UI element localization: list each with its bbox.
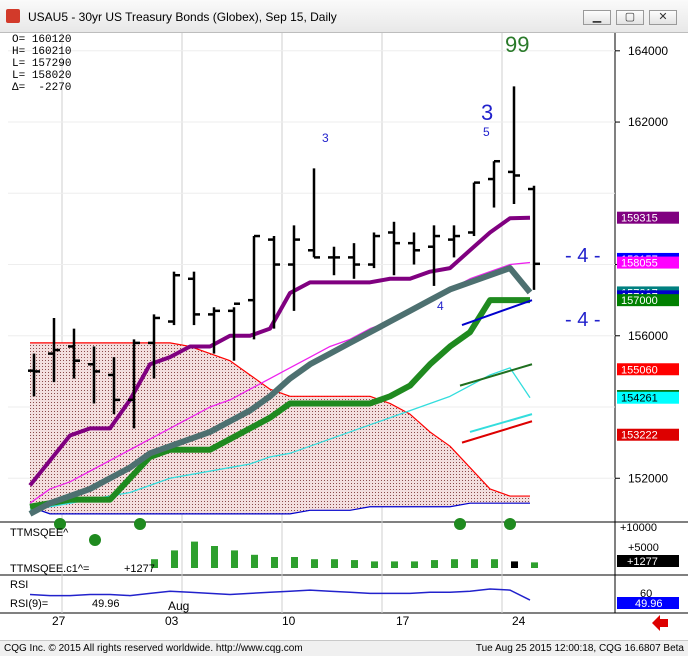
chart-area[interactable]: 993534- 4 -- 4 -164000162000158000156000…	[0, 32, 688, 640]
date-axis-label: 17	[396, 614, 410, 628]
ttm-histogram-bar	[411, 561, 418, 568]
minimize-button[interactable]: ▁	[583, 10, 611, 25]
ttm-histogram-bar	[471, 559, 478, 568]
ttm-histogram-bar	[291, 557, 298, 568]
ttm-histogram-bar	[191, 541, 198, 568]
ohlc-high-label: H=	[12, 46, 26, 58]
ttm-readout-value: +1277	[124, 563, 155, 575]
rsi-tag-label: 49.96	[635, 598, 663, 610]
status-bar: CQG Inc. © 2015 All rights reserved worl…	[0, 640, 688, 656]
window-titlebar: USAU5 - 30yr US Treasury Bonds (Globex),…	[0, 0, 688, 33]
date-axis-label: 27	[52, 614, 66, 628]
ttm-histogram-bar	[431, 560, 438, 568]
ohlc-open-label: O=	[12, 34, 26, 46]
ttm-histogram-bar	[331, 559, 338, 568]
window-title: USAU5 - 30yr US Treasury Bonds (Globex),…	[28, 10, 337, 24]
wave-3-small-label: 3	[322, 131, 329, 145]
chart-background	[0, 33, 688, 640]
price-tag-label: 159315	[621, 213, 658, 225]
ttm-histogram-bar	[231, 550, 238, 568]
rsi-readout-label: RSI(9)=	[10, 598, 48, 610]
price-tick-label: 152000	[628, 471, 668, 485]
ttm-histogram-bar	[311, 559, 318, 568]
ttm-histogram-bar	[211, 546, 218, 568]
ttm-panel-label: TTMSQEE^	[10, 527, 69, 539]
rsi-readout-value: 49.96	[92, 598, 120, 610]
copyright-text: CQG Inc. © 2015 All rights reserved worl…	[4, 643, 303, 654]
ttm-squeeze-dot	[89, 534, 101, 546]
wave-3-large-label: 3	[481, 100, 493, 125]
ohlc-low-value: 157290	[31, 58, 72, 70]
ohlc-last-label: L=	[12, 70, 26, 82]
price-tag-label: 154261	[621, 393, 658, 405]
close-button[interactable]: ✕	[649, 10, 677, 25]
chart-svg[interactable]: 993534- 4 -- 4 -164000162000158000156000…	[0, 32, 688, 640]
price-tag-label: 153222	[621, 430, 658, 442]
ttm-squeeze-dot	[504, 518, 516, 530]
price-tag-label: 155060	[621, 364, 658, 376]
ttm-squeeze-dot	[134, 518, 146, 530]
ttm-histogram-bar	[171, 550, 178, 568]
ttm-tag-label: +1277	[627, 556, 658, 568]
ttm-squeeze-dot	[454, 518, 466, 530]
wave-5-label: 5	[483, 125, 490, 139]
date-axis-label: 03	[165, 614, 179, 628]
timestamp-text: Tue Aug 25 2015 12:00:18, CQG 16.6807 Be…	[475, 643, 684, 654]
ttm-histogram-bar	[451, 559, 458, 568]
price-tick-label: 156000	[628, 329, 668, 343]
ttm-tick-label: +5000	[628, 542, 659, 554]
date-axis-month: Aug	[168, 599, 189, 613]
date-axis-label: 24	[512, 614, 526, 628]
maximize-button[interactable]: ▢	[616, 10, 644, 25]
ttm-readout-label: TTMSQEE.c1^=	[10, 563, 89, 575]
ohlc-last-value: 158020	[31, 70, 72, 82]
ttm-histogram-bar	[531, 562, 538, 568]
ttm-histogram-bar	[491, 559, 498, 568]
ttm-histogram-bar	[511, 561, 518, 568]
wave-4-small-label: 4	[437, 299, 444, 313]
ohlc-readout: O= 160120 H= 160210 L= 157290 L= 158020 …	[12, 34, 71, 94]
price-tag-label: 157000	[621, 295, 658, 307]
ohlc-open-value: 160120	[31, 34, 72, 46]
count-annotation: 99	[505, 33, 529, 57]
rsi-panel-label: RSI	[10, 579, 28, 591]
ttm-histogram-bar	[391, 561, 398, 568]
app-icon	[6, 9, 20, 23]
ohlc-low-label: L=	[12, 58, 26, 70]
ttm-histogram-bar	[251, 554, 258, 568]
price-tick-label: 162000	[628, 115, 668, 129]
ohlc-delta-label: Δ=	[12, 82, 26, 94]
ttm-histogram-bar	[371, 561, 378, 568]
ohlc-delta-value: -2270	[38, 82, 72, 94]
right-marker-lower: - 4 -	[565, 309, 601, 331]
date-axis-label: 10	[282, 614, 296, 628]
price-tag-label: 158055	[621, 258, 658, 270]
ttm-histogram-bar	[351, 560, 358, 568]
price-tick-label: 164000	[628, 44, 668, 58]
ttm-histogram-bar	[271, 557, 278, 568]
right-marker-upper: - 4 -	[565, 245, 601, 267]
ohlc-high-value: 160210	[31, 46, 72, 58]
ttm-tick-label: +10000	[620, 522, 657, 534]
